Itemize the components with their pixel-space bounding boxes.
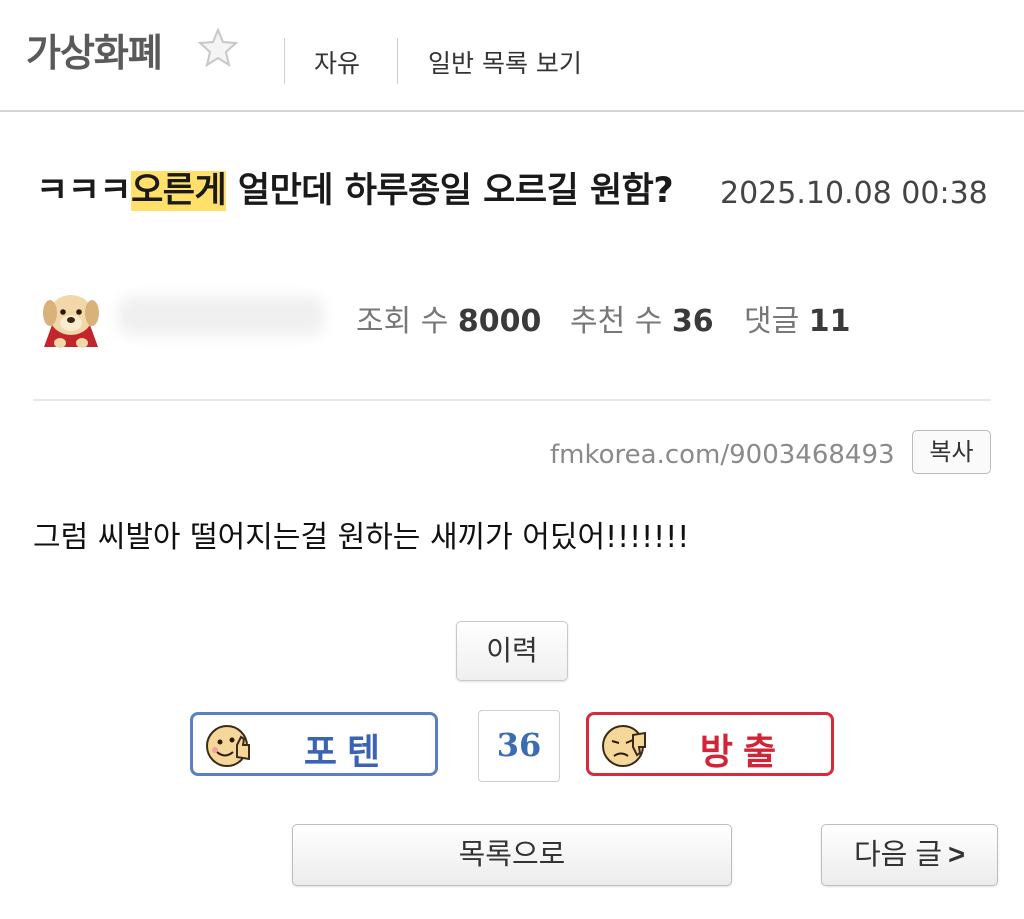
star-icon[interactable] xyxy=(196,26,240,70)
back-to-list-button[interactable]: 목록으로 xyxy=(292,824,732,886)
board-title[interactable]: 가상화폐 xyxy=(26,22,163,77)
vote-count: 36 xyxy=(478,710,560,782)
next-post-button[interactable]: 다음 글 > xyxy=(821,824,998,886)
downvote-button[interactable]: 방출 xyxy=(586,712,834,776)
upvote-button[interactable]: 포텐 xyxy=(190,712,438,776)
views-label: 조회 수 xyxy=(356,304,449,339)
comments-label: 댓글 xyxy=(744,304,800,339)
downvote-label: 방출 xyxy=(699,732,787,773)
thumbs-down-face-icon xyxy=(602,725,646,767)
title-prefix: ㅋㅋㅋ xyxy=(36,171,132,211)
recommend-label: 추천 수 xyxy=(570,304,663,339)
header-divider xyxy=(284,38,285,84)
view-mode-link[interactable]: 일반 목록 보기 xyxy=(428,44,582,80)
divider xyxy=(33,399,991,401)
comment-count[interactable]: 댓글 11 xyxy=(744,296,851,340)
post-url[interactable]: fmkorea.com/9003468493 xyxy=(550,440,895,470)
next-post-label: 다음 글 xyxy=(853,839,943,871)
author-name-redacted xyxy=(118,296,324,336)
view-count: 조회 수 8000 xyxy=(356,296,541,340)
post-title: ㅋㅋㅋ오른게 얼만데 하루종일 오르길 원함? xyxy=(36,166,706,216)
title-rest: 얼만데 하루종일 오르길 원함? xyxy=(226,171,674,211)
header-divider xyxy=(397,38,398,84)
board-header: 가상화폐 자유 일반 목록 보기 xyxy=(0,0,1024,112)
post-date: 2025.10.08 00:38 xyxy=(720,176,988,211)
recommend-count: 추천 수 36 xyxy=(570,296,714,340)
comments-value: 11 xyxy=(808,304,851,339)
history-button[interactable]: 이력 xyxy=(456,621,568,681)
title-highlight: 오른게 xyxy=(131,171,227,211)
upvote-label: 포텐 xyxy=(303,732,391,773)
category-link[interactable]: 자유 xyxy=(314,44,360,80)
copy-url-button[interactable]: 복사 xyxy=(912,430,991,474)
post-body: 그럼 씨발아 떨어지는걸 원하는 새끼가 어딨어!!!!!!! xyxy=(33,520,690,555)
thumbs-up-face-icon xyxy=(206,725,250,767)
avatar[interactable] xyxy=(38,285,104,351)
recommend-value: 36 xyxy=(671,304,714,339)
views-value: 8000 xyxy=(457,304,542,339)
chevron-right-icon: > xyxy=(948,839,966,871)
